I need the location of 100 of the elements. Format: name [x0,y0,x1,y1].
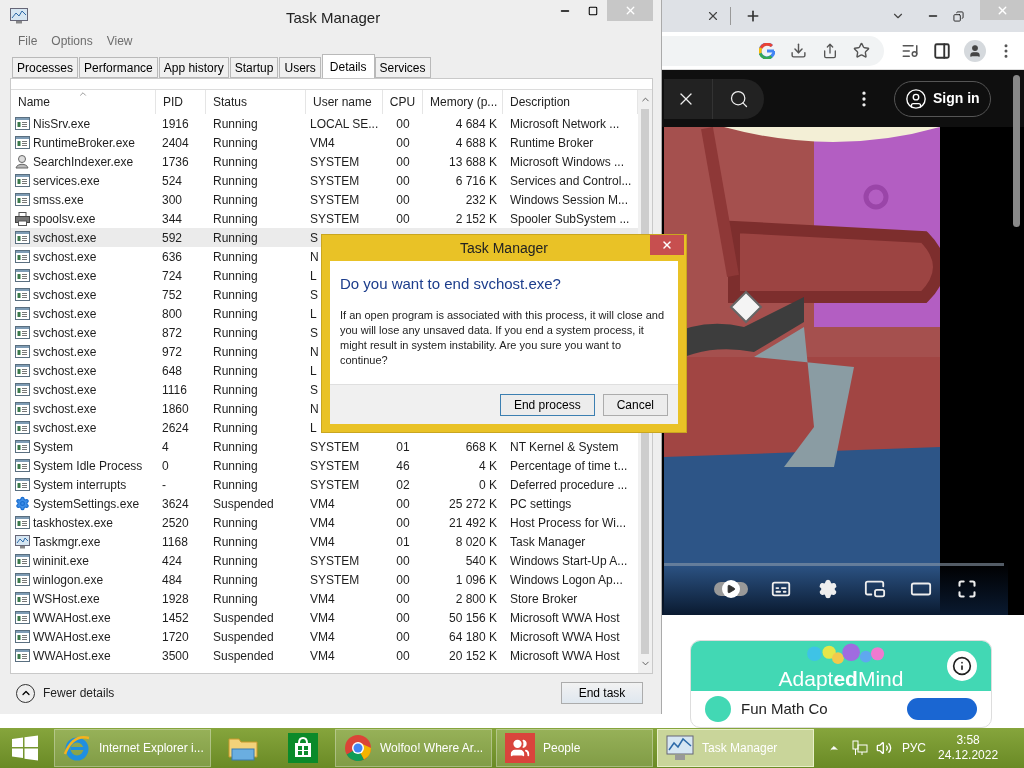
table-cell-text: 0 [162,457,169,475]
table-cell-text: Running [213,419,258,437]
table-cell-text: 2624 [162,419,189,437]
table-cell-text: Running [213,305,258,323]
table-cell-text: 1 096 K [455,571,497,589]
table-cell-text: 648 [162,362,183,380]
table-cell-text: Running [213,172,258,190]
table-cell-text: wininit.exe [33,552,90,570]
table-cell-text: SystemSettings.exe [33,495,140,513]
table-cell-text: VM4 [310,134,335,152]
table-cell-text: 2 152 K [455,210,497,228]
table-cell-text: S [310,324,318,342]
table-cell-text: WWAHost.exe [33,628,111,646]
table-cell-text: LOCAL SE... [310,115,379,133]
table-cell-text: VM4 [310,628,335,646]
table-cell-text: Running [213,134,258,152]
table-cell-text: Windows Session M... [510,191,629,209]
table-cell-text: Running [213,343,258,361]
table-cell-text: 4 684 K [455,115,497,133]
table-cell-text: 636 [162,248,183,266]
table-cell-text: 8 020 K [455,533,497,551]
table-cell-text: SYSTEM [310,457,360,475]
window-title: Task Manager [286,8,381,28]
table-cell-text: 25 272 K [448,495,497,513]
table-cell-text: 20 152 K [448,647,497,665]
table-cell-text: 00 [396,514,410,532]
table-cell-text: 1452 [162,609,189,627]
table-cell-text: N [310,248,319,266]
table-cell-text: 1916 [162,115,189,133]
table-cell-text: svchost.exe [33,267,97,285]
table-cell-text: N [310,400,319,418]
table-cell-text: 424 [162,552,183,570]
table-cell-text: svchost.exe [33,324,97,342]
table-cell-text: services.exe [33,172,100,190]
table-cell-text: Running [213,571,258,589]
table-cell-text: 46 [396,457,410,475]
table-cell-text: Spooler SubSystem ... [510,210,630,228]
table-cell-text: svchost.exe [33,229,97,247]
table-cell-text: 64 180 K [448,628,497,646]
table-cell-text: Running [213,191,258,209]
table-cell-text: 02 [396,476,410,494]
table-cell-text: 2 800 K [455,590,497,608]
table-cell-text: L [310,362,317,380]
table-cell-text: svchost.exe [33,362,97,380]
table-cell-text: Percentage of time t... [510,457,628,475]
table-cell-text: spoolsv.exe [33,210,96,228]
table-cell-text: L [310,419,317,437]
table-cell-text: 344 [162,210,183,228]
table-cell-text: 00 [396,647,410,665]
table-cell-text: 540 K [465,552,497,570]
table-cell-text: 4 K [479,457,497,475]
table-cell-text: 1860 [162,400,189,418]
table-cell-text: 00 [396,153,410,171]
table-cell-text: 21 492 K [448,514,497,532]
table-cell-text: svchost.exe [33,381,97,399]
table-cell-text: 232 K [465,191,497,209]
table-cell-text: VM4 [310,514,335,532]
table-cell-text: svchost.exe [33,286,97,304]
table-cell-text: smss.exe [33,191,84,209]
table-cell-text: S [310,229,318,247]
table-cell-text: WWAHost.exe [33,609,111,627]
table-cell-text: RuntimeBroker.exe [33,134,136,152]
table-cell-text: L [310,267,317,285]
table-cell-text: Running [213,552,258,570]
table-cell-text: S [310,381,318,399]
table-cell-text: Running [213,438,258,456]
table-cell-text: SYSTEM [310,191,360,209]
table-cell-text: svchost.exe [33,248,97,266]
table-cell-text: Microsoft Network ... [510,115,620,133]
table-cell-text: Running [213,267,258,285]
table-cell-text: svchost.exe [33,343,97,361]
table-cell-text: 6 716 K [455,172,497,190]
table-cell-text: 00 [396,210,410,228]
table-cell-text: Runtime Broker [510,134,594,152]
table-cell-text: Host Process for Wi... [510,514,627,532]
table-cell-text: 50 156 K [448,609,497,627]
table-cell-text: Running [213,533,258,551]
table-cell-text: Running [213,286,258,304]
table-cell-text: 524 [162,172,183,190]
table-cell-text: 4 688 K [455,134,497,152]
table-cell-text: 1116 [162,381,187,399]
table-cell-text: Running [213,210,258,228]
table-cell-text: PC settings [510,495,572,513]
table-cell-text: taskhostex.exe [33,514,114,532]
table-cell-text: Store Broker [510,590,578,608]
table-cell-text: 00 [396,172,410,190]
table-cell-text: Taskmgr.exe [33,533,101,551]
table-cell-text: 1928 [162,590,189,608]
table-cell-text: 484 [162,571,183,589]
table-cell-text: VM4 [310,533,335,551]
table-cell-text: 3624 [162,495,189,513]
table-cell-text: Windows Logon Ap... [510,571,623,589]
table-cell-text: 972 [162,343,183,361]
table-cell-text: Suspended [213,495,274,513]
table-cell-text: Running [213,590,258,608]
table-cell-text: svchost.exe [33,419,97,437]
dialog-message: If an open program is associated with this process, it will close and you will lose any unsaved data. If you end a system process, it might result in system instability. Are you sure you want to continue? [340,307,666,368]
table-cell-text: NT Kernel & System [510,438,619,456]
table-cell-text: 1168 [162,533,188,551]
table-cell-text: 668 K [465,438,497,456]
